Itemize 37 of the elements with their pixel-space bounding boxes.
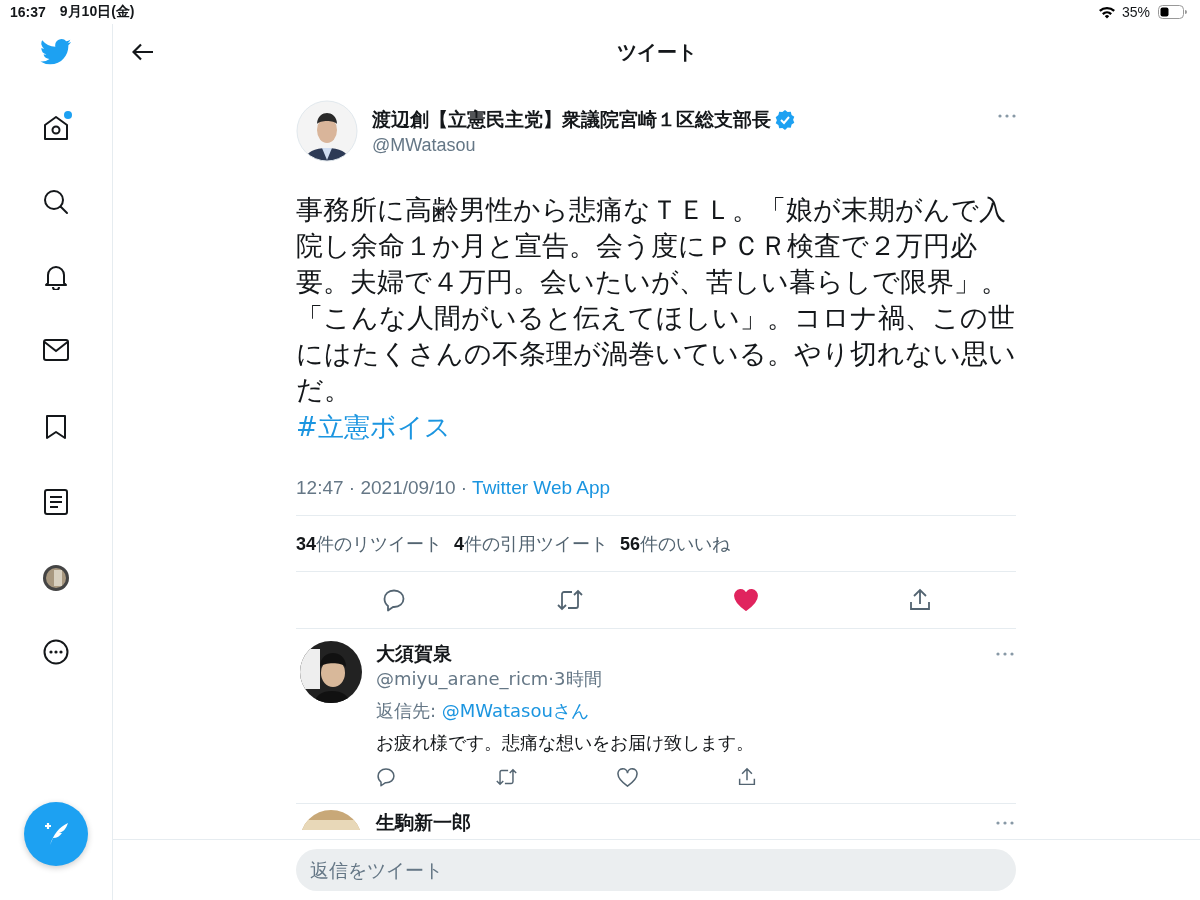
status-time: 16:37 (10, 4, 46, 20)
reply-input-field[interactable]: 返信をツイート (296, 849, 1016, 891)
author-handle[interactable]: @MWatasou (372, 134, 984, 156)
battery-icon (1158, 5, 1188, 19)
tweet-text: 事務所に高齢男性から悲痛なＴＥＬ。「娘が末期がんで入院し余命１か月と宣告。会う度にＰＣＲ検査で２万円必要。夫婦で４万円。会いたいが、苦しい暮らしで限界」。「こんな人間がいると伝えてほしい」。コロナ禍、この世にはたくさんの不条理が渦巻いている。やり切れない思いだ。 (296, 193, 1016, 407)
battery-percent: 35% (1121, 4, 1150, 20)
retweet-icon[interactable] (556, 589, 583, 611)
heart-outline-icon[interactable] (617, 767, 638, 787)
stat-link[interactable]: 34件のリツイート (296, 531, 443, 556)
reply-handle-time: @miyu_arane_ricm·3時間 (376, 667, 602, 691)
tweet-timestamp: 12:47 · 2021/09/10 · (296, 477, 469, 498)
share-icon[interactable] (908, 588, 931, 612)
reply-icon[interactable] (376, 767, 396, 787)
stat-link[interactable]: 4件の引用ツイート (454, 531, 609, 556)
reply-text: お疲れ様です。悲痛な想いをお届け致します。 (376, 731, 754, 755)
reply-author-name[interactable]: 大須賀泉 (376, 641, 452, 667)
page-title: ツイート (616, 38, 697, 66)
more-icon[interactable] (43, 639, 69, 665)
bell-icon[interactable] (44, 264, 68, 290)
heart-icon[interactable] (733, 589, 758, 611)
reply-icon[interactable] (381, 588, 406, 612)
home-icon[interactable] (42, 114, 70, 142)
stat-link[interactable]: 56件のいいね (620, 531, 731, 556)
compose-button[interactable] (24, 802, 88, 866)
author-name[interactable]: 渡辺創【立憲民主党】衆議院宮崎１区総支部長 (372, 106, 771, 133)
bird-logo-icon[interactable] (40, 39, 72, 65)
retweet-icon[interactable] (496, 768, 517, 786)
reply-to-label: 返信先: (376, 700, 438, 721)
status-date: 9月10日(金) (59, 3, 135, 21)
list-icon[interactable] (44, 489, 68, 515)
search-icon[interactable] (43, 189, 69, 215)
wifi-icon (1097, 5, 1116, 19)
bookmark-icon[interactable] (45, 414, 67, 440)
reply-author-name[interactable]: 生駒新一郎 (376, 810, 471, 836)
share-icon[interactable] (738, 767, 756, 787)
back-arrow-icon[interactable] (132, 43, 154, 61)
mail-icon[interactable] (43, 339, 69, 361)
